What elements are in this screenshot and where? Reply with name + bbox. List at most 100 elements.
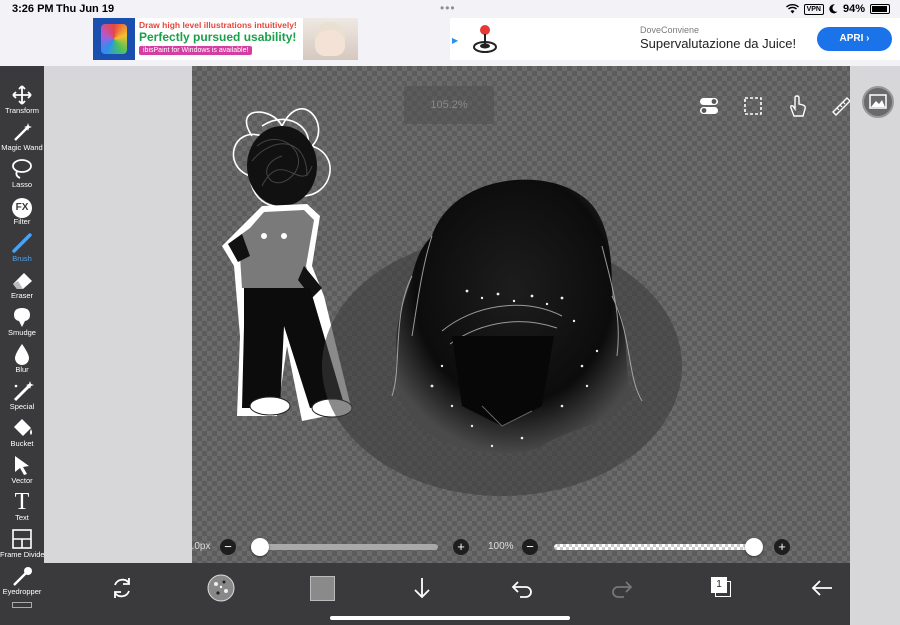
tool-bucket[interactable]: Bucket <box>0 417 44 453</box>
joystick-icon <box>473 25 497 53</box>
layers-icon: 1 <box>711 577 733 599</box>
opacity-track[interactable] <box>554 544 754 550</box>
wifi-icon <box>785 4 799 14</box>
tool-label: Text <box>15 513 29 522</box>
redo-button[interactable] <box>607 573 637 603</box>
brush-size-slider-row: 2.0px − + <box>192 537 492 557</box>
home-indicator[interactable] <box>330 616 570 620</box>
battery-percent: 94% <box>842 3 865 15</box>
opacity-knob[interactable] <box>745 538 763 556</box>
bucket-icon <box>14 419 32 436</box>
ad-banner-ibispaint[interactable]: Draw high level illustrations intuitivel… <box>93 18 358 60</box>
current-color-swatch <box>309 575 335 601</box>
brush-size-plus-button[interactable]: + <box>453 539 469 555</box>
tool-brush[interactable]: Brush <box>0 232 44 268</box>
ad1-line3: ibisPaint for Windows is available! <box>139 46 253 55</box>
brush-size-knob[interactable] <box>251 538 269 556</box>
ad-banner-doveconviene[interactable]: ▶ DoveConviene Supervalutazione da Juice… <box>450 18 900 60</box>
reference-image-button[interactable] <box>862 86 894 118</box>
ruler-button[interactable] <box>826 91 850 121</box>
app-root: 3:26 PM Thu Jun 19 ••• VPN 94% Draw high… <box>0 0 900 625</box>
tool-label: Lasso <box>11 180 32 189</box>
brush-size-track[interactable] <box>254 544 438 550</box>
tool-magic-wand[interactable]: Magic Wand <box>0 121 44 157</box>
ad1-line1: Draw high level illustrations intuitivel… <box>139 20 297 30</box>
ad2-brand: DoveConviene <box>640 25 700 35</box>
tool-label: Eyedropper <box>2 587 42 596</box>
tool-label: Bucket <box>10 439 34 448</box>
multitask-dots[interactable]: ••• <box>440 1 456 15</box>
brush-texture-icon <box>207 574 235 602</box>
touch-mode-button[interactable] <box>782 91 812 121</box>
layer-count: 1 <box>711 577 727 593</box>
zoom-indicator: 105.2% <box>404 86 494 124</box>
magic-wand-icon <box>14 123 32 141</box>
ad-bar: Draw high level illustrations intuitivel… <box>0 18 900 66</box>
fx-glyph: FX <box>12 198 32 218</box>
tool-special[interactable]: Special <box>0 380 44 416</box>
layers-button[interactable]: 1 <box>707 573 737 603</box>
frame-divider-icon <box>12 529 32 549</box>
brush-size-value: 2.0px <box>192 541 211 552</box>
color-swatch-button[interactable] <box>307 573 337 603</box>
ad1-line2: Perfectly pursued usability! <box>139 30 297 44</box>
tool-label: Transform <box>5 106 39 115</box>
status-bar: 3:26 PM Thu Jun 19 ••• VPN 94% <box>0 0 900 18</box>
eraser-icon <box>13 273 32 289</box>
adchoices-icon[interactable]: ▶ <box>452 36 458 45</box>
battery-icon <box>870 4 890 14</box>
tool-lasso[interactable]: Lasso <box>0 158 44 194</box>
toggle-settings-button[interactable] <box>694 91 724 121</box>
opacity-slider-row: 100% − + <box>482 537 802 557</box>
special-pen-icon <box>13 381 34 402</box>
selection-button[interactable] <box>738 91 768 121</box>
hand-touch-icon <box>790 95 806 117</box>
undo-button[interactable] <box>507 573 537 603</box>
drawing-canvas[interactable]: 105.2% 2.0px − + 100% − <box>192 66 850 563</box>
tool-frame-divider[interactable]: Frame Divider <box>0 528 47 564</box>
blur-drop-icon <box>15 344 29 365</box>
tool-text[interactable]: T Text <box>0 490 44 527</box>
fx-icon: FX <box>0 195 44 218</box>
tool-smudge[interactable]: Smudge <box>0 306 44 342</box>
ruler-icon <box>832 97 850 116</box>
tool-vector[interactable]: Vector <box>0 454 44 490</box>
tool-transform[interactable]: Transform <box>0 84 44 120</box>
toggle-icon <box>700 98 718 114</box>
image-icon <box>869 94 887 109</box>
back-button[interactable] <box>807 573 837 603</box>
workspace-margin-left <box>44 66 192 563</box>
tool-eyedropper[interactable]: Eyedropper <box>0 565 44 601</box>
opacity-value: 100% <box>488 541 514 552</box>
move-arrows-icon <box>12 85 32 105</box>
vector-cursor-icon <box>15 456 29 475</box>
tool-label: Special <box>9 402 35 411</box>
status-right: VPN 94% <box>785 3 890 15</box>
ad2-headline: Supervalutazione da Juice! <box>640 36 797 51</box>
transform-quick-button[interactable] <box>107 573 137 603</box>
tool-eraser[interactable]: Eraser <box>0 269 44 305</box>
tool-label: Vector <box>11 476 33 485</box>
rotate-arrows-icon <box>114 578 130 598</box>
tool-label: Blur <box>15 365 29 374</box>
tool-blur[interactable]: Blur <box>0 343 44 379</box>
opacity-minus-button[interactable]: − <box>522 539 538 555</box>
download-button[interactable] <box>407 573 437 603</box>
tool-filter[interactable]: FX Filter <box>0 195 44 231</box>
bottom-margin-right <box>850 563 900 625</box>
workspace-margin-right <box>850 66 900 563</box>
opacity-plus-button[interactable]: + <box>774 539 790 555</box>
moon-icon <box>829 4 838 14</box>
brush-size-minus-button[interactable]: − <box>220 539 236 555</box>
lasso-icon <box>12 159 32 179</box>
brush-preset-button[interactable] <box>206 573 236 603</box>
vpn-badge: VPN <box>803 3 824 15</box>
smudge-icon <box>14 308 30 327</box>
dashed-selection-icon <box>744 97 762 115</box>
tool-label: Filter <box>13 217 31 226</box>
status-date: Thu Jun 19 <box>56 3 115 15</box>
undo-icon <box>511 581 532 598</box>
eyedropper-icon <box>13 567 32 586</box>
ad2-open-button[interactable]: APRI › <box>817 27 892 51</box>
tool-label: Smudge <box>8 328 36 337</box>
